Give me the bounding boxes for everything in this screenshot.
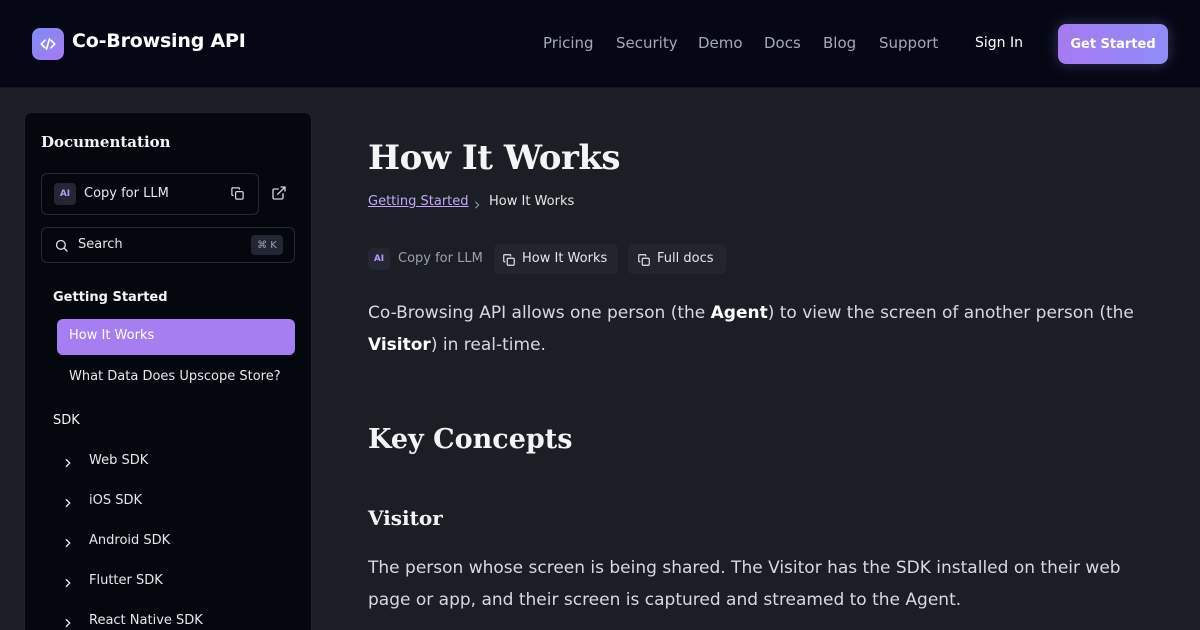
- nav-pricing[interactable]: Pricing: [543, 34, 594, 52]
- breadcrumb-current: How It Works: [489, 194, 575, 209]
- sidebar-item-label: Flutter SDK: [89, 573, 163, 588]
- nav-docs[interactable]: Docs: [764, 34, 801, 52]
- sidebar-item-how-it-works[interactable]: How It Works: [57, 319, 295, 355]
- copy-icon: [637, 252, 651, 271]
- breadcrumb-parent-link[interactable]: Getting Started: [368, 194, 469, 209]
- intro-visitor-term: Visitor: [368, 335, 431, 355]
- logo-icon[interactable]: [32, 28, 64, 60]
- nav-support[interactable]: Support: [879, 34, 938, 52]
- copy-page-label: How It Works: [522, 251, 608, 266]
- full-docs-label: Full docs: [657, 251, 714, 266]
- ai-badge-icon: AI: [54, 183, 76, 205]
- search-shortcut-badge: ⌘ K: [251, 235, 283, 255]
- brand-name[interactable]: Co-Browsing API: [72, 30, 246, 52]
- chevron-right-icon: [61, 535, 75, 554]
- sidebar-item-label: Web SDK: [89, 453, 149, 468]
- copy-page-button[interactable]: How It Works: [494, 244, 618, 274]
- search-label: Search: [78, 237, 123, 252]
- page-title: How It Works: [368, 138, 621, 178]
- key-concepts-heading: Key Concepts: [368, 424, 573, 455]
- ai-badge-icon: AI: [368, 248, 390, 270]
- sidebar-section-getting-started[interactable]: Getting Started: [53, 290, 168, 305]
- chevron-right-icon: [61, 615, 75, 630]
- sidebar-item-android-sdk[interactable]: Android SDK: [61, 530, 281, 554]
- top-header: Co-Browsing API Pricing Security Demo Do…: [0, 0, 1200, 88]
- docs-sidebar: Documentation AI Copy for LLM Search ⌘ K…: [24, 112, 312, 630]
- search-icon: [54, 238, 69, 257]
- chevron-right-icon: [472, 196, 482, 215]
- nav-security[interactable]: Security: [616, 34, 678, 52]
- sidebar-copy-label: Copy for LLM: [84, 186, 169, 201]
- visitor-heading: Visitor: [368, 506, 443, 530]
- sidebar-item-label: How It Works: [69, 328, 155, 343]
- sidebar-item-react-native-sdk[interactable]: React Native SDK: [61, 610, 281, 630]
- sign-in-link[interactable]: Sign In: [975, 35, 1023, 51]
- nav-demo[interactable]: Demo: [698, 34, 743, 52]
- visitor-paragraph: The person whose screen is being shared.…: [368, 558, 1121, 610]
- sidebar-copy-for-llm-button[interactable]: AI Copy for LLM: [41, 173, 259, 215]
- sidebar-search-input[interactable]: Search ⌘ K: [41, 227, 295, 263]
- sidebar-item-data-storage[interactable]: What Data Does Upscope Store?: [69, 369, 281, 384]
- intro-text: ) in real-time.: [430, 335, 546, 355]
- sidebar-item-flutter-sdk[interactable]: Flutter SDK: [61, 570, 281, 594]
- sidebar-item-ios-sdk[interactable]: iOS SDK: [61, 490, 281, 514]
- sidebar-item-label: iOS SDK: [89, 493, 143, 508]
- sidebar-item-label: React Native SDK: [89, 613, 203, 628]
- full-docs-button[interactable]: Full docs: [628, 244, 726, 274]
- intro-text: ) to view the screen of another person (…: [767, 303, 1134, 323]
- intro-paragraph: Co-Browsing API allows one person (the A…: [368, 297, 1148, 361]
- copy-for-llm-button[interactable]: AI Copy for LLM: [368, 244, 488, 274]
- copy-icon[interactable]: [230, 186, 245, 205]
- get-started-button[interactable]: Get Started: [1058, 24, 1168, 64]
- external-link-icon[interactable]: [271, 185, 287, 205]
- sidebar-item-web-sdk[interactable]: Web SDK: [61, 450, 281, 474]
- copy-icon: [502, 252, 516, 271]
- sidebar-item-label: Android SDK: [89, 533, 171, 548]
- copy-for-llm-label: Copy for LLM: [398, 251, 483, 266]
- chevron-right-icon: [61, 495, 75, 514]
- intro-text: Co-Browsing API allows one person (the: [368, 303, 711, 323]
- sidebar-section-sdk[interactable]: SDK: [53, 413, 80, 428]
- chevron-right-icon: [61, 575, 75, 594]
- nav-blog[interactable]: Blog: [823, 34, 856, 52]
- chevron-right-icon: [61, 455, 75, 474]
- intro-agent-term: Agent: [710, 303, 768, 323]
- sidebar-title: Documentation: [41, 133, 171, 151]
